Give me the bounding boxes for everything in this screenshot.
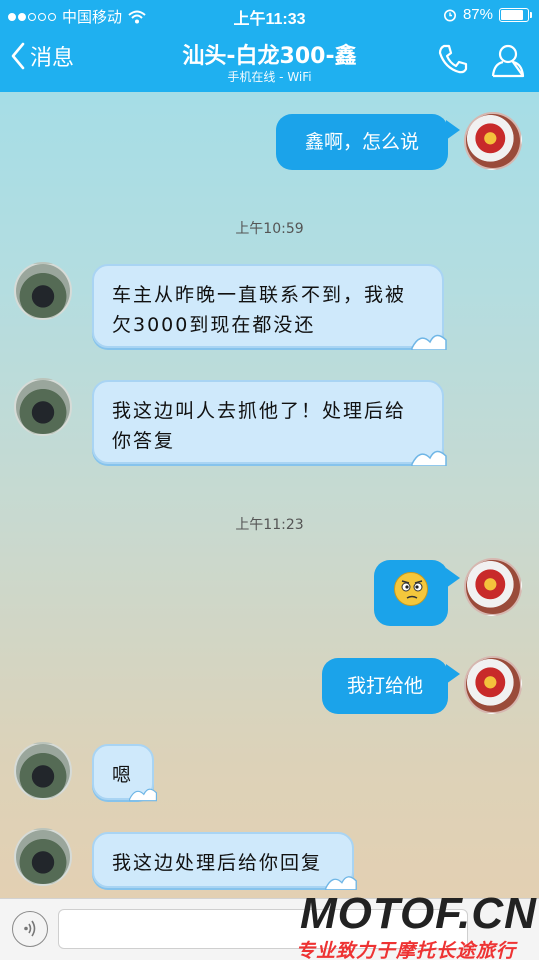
avatar-contact[interactable] — [14, 828, 72, 886]
bubble-tail — [446, 568, 460, 588]
message-list[interactable]: 鑫啊，怎么说 上午10:59 车主从昨晚一直联系不到，我被欠3000到现在都没还… — [0, 92, 539, 898]
battery-percent: 87% — [462, 6, 493, 23]
timestamp: 上午11:23 — [235, 517, 304, 533]
avatar-contact[interactable] — [14, 742, 72, 800]
avatar-self[interactable] — [464, 112, 522, 170]
message-text: 我打给他 — [346, 675, 423, 697]
status-bar: 中国移动 上午11:33 87% — [0, 0, 539, 30]
angry-face-emoji-icon — [394, 572, 428, 606]
watermark: MOTOF.CN 专业致力于摩托长途旅行 — [296, 892, 539, 960]
message-text: 鑫啊，怎么说 — [304, 131, 419, 153]
avatar-contact[interactable] — [14, 262, 72, 320]
voice-input-button[interactable] — [12, 911, 48, 947]
watermark-logo: MOTOF.CN — [300, 889, 537, 938]
wave-decoration-icon — [411, 450, 447, 466]
watermark-tagline: 专业致力于摩托长途旅行 — [296, 940, 517, 960]
message-bubble-outgoing[interactable]: 我打给他 — [322, 658, 448, 714]
message-bubble-incoming[interactable]: 我这边叫人去抓他了！处理后给你答复 — [92, 380, 447, 466]
sound-wave-icon — [24, 920, 36, 937]
bubble-tail — [446, 120, 460, 140]
message-bubble-outgoing[interactable]: 鑫啊，怎么说 — [276, 114, 448, 170]
avatar-self[interactable] — [464, 656, 522, 714]
phone-icon[interactable] — [436, 42, 470, 76]
bubble-tail — [446, 664, 460, 684]
top-bar: 中国移动 上午11:33 87% 消息 汕头-白龙300-鑫 手机在线 - Wi… — [0, 0, 539, 92]
timestamp: 上午10:59 — [235, 221, 304, 237]
message-bubble-incoming[interactable]: 我这边处理后给你回复 — [92, 832, 357, 890]
message-text: 车主从昨晚一直联系不到，我被欠3000到现在都没还 — [112, 284, 407, 336]
avatar-self[interactable] — [464, 558, 522, 616]
alarm-clock-icon — [443, 9, 456, 21]
message-text: 我这边处理后给你回复 — [112, 852, 323, 874]
wave-decoration-icon — [411, 334, 447, 350]
wave-decoration-icon — [128, 788, 158, 802]
message-bubble-outgoing[interactable] — [374, 560, 448, 626]
wave-decoration-icon — [325, 876, 357, 890]
message-bubble-incoming[interactable]: 嗯 — [92, 744, 158, 802]
message-text: 我这边叫人去抓他了！处理后给你答复 — [112, 400, 407, 452]
contact-profile-icon[interactable] — [490, 42, 526, 78]
battery-icon — [499, 7, 532, 22]
avatar-contact[interactable] — [14, 378, 72, 436]
message-bubble-incoming[interactable]: 车主从昨晚一直联系不到，我被欠3000到现在都没还 — [92, 264, 447, 350]
